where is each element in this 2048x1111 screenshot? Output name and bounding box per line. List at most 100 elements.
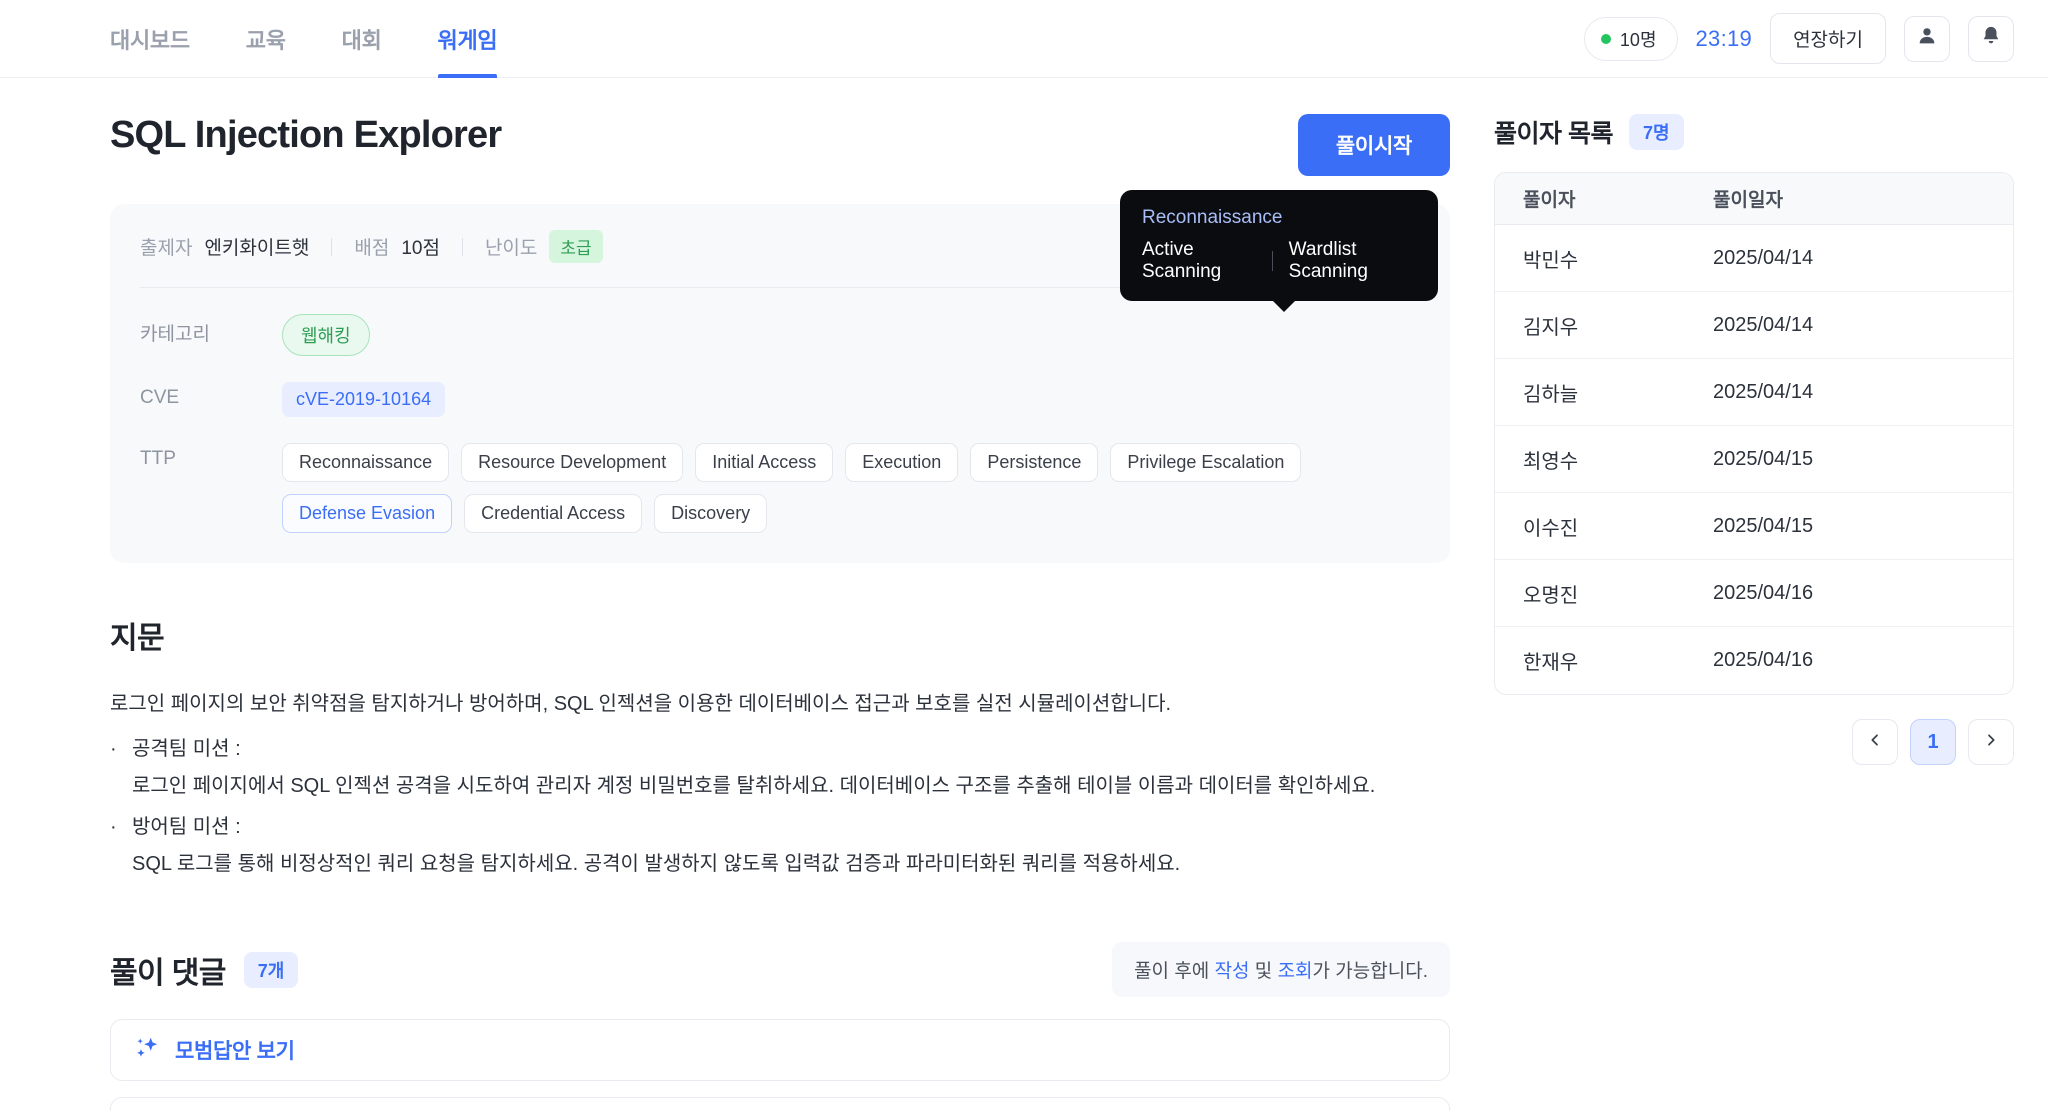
nav-item-dashboard[interactable]: 대시보드 [110,0,190,78]
statement-heading: 지문 [110,622,165,655]
mission-attack-title: 공격팀 미션 : [132,738,241,760]
table-row[interactable]: 한재우 2025/04/16 [1495,627,2013,694]
table-row[interactable]: 이수진 2025/04/15 [1495,493,2013,560]
table-row[interactable]: 오명진 2025/04/16 [1495,560,2013,627]
chevron-right-icon [1983,731,1999,754]
online-count-badge: 10명 [1583,16,1678,61]
nav-item-education[interactable]: 교육 [246,0,286,78]
solver-name: 김하늘 [1523,383,1579,406]
page-title: SQL Injection Explorer [110,114,502,156]
solver-date: 2025/04/16 [1713,581,1814,604]
solvers-table: 풀이자 풀이일자 박민수 2025/04/14 김지우 2025/04/14 김… [1494,172,2014,695]
main-nav: 대시보드 교육 대회 워게임 [110,0,498,78]
tooltip-divider [1271,251,1273,271]
solver-name: 김지우 [1523,316,1579,339]
bell-icon [1980,25,2002,52]
table-row[interactable]: 김하늘 2025/04/14 [1495,359,2013,426]
solver-date: 2025/04/14 [1713,246,1814,269]
problem-info-card: 출제자 엔키화이트햇 배점 10점 난이도 초급 카테고리 웹해킹 CVE cV… [110,190,1450,563]
score-label: 배점 [354,238,390,259]
table-row[interactable]: 최영수 2025/04/15 [1495,426,2013,493]
ttp-row: TTP Reconnaissance Resource Development … [140,443,1420,533]
comments-count-badge: 7개 [243,951,299,988]
ttp-tag-resource-development[interactable]: Resource Development [461,443,684,482]
mission-attack: · 공격팀 미션 : 로그인 페이지에서 SQL 인젝션 공격을 시도하여 관리… [110,734,1450,802]
tooltip-item-active-scanning: Active Scanning [1142,239,1222,282]
pagination-page-1[interactable]: 1 [1910,719,1956,765]
app-header: 대시보드 교육 대회 워게임 10명 23:19 연장하기 [0,0,2048,78]
mission-defense-title: 방어팀 미션 : [132,816,241,838]
solver-date: 2025/04/14 [1713,380,1814,403]
cve-link[interactable]: cVE-2019-10164 [282,382,446,417]
online-count-label: 10명 [1619,29,1657,50]
tooltip-title: Reconnaissance [1142,207,1283,228]
table-row[interactable]: 박민수 2025/04/14 [1495,225,2013,292]
notice-write-link[interactable]: 작성 [1215,961,1250,982]
ttp-tag-discovery[interactable]: Discovery [654,494,768,533]
cve-label: CVE [140,387,180,408]
mission-attack-detail: 로그인 페이지에서 SQL 인젝션 공격을 시도하여 관리자 계정 비밀번호를 … [132,775,1376,797]
notifications-button[interactable] [1968,15,2014,62]
problem-title-row: SQL Injection Explorer 풀이시작 [110,114,1450,176]
user-icon [1916,25,1938,52]
table-header-row: 풀이자 풀이일자 [1495,173,2013,225]
ttp-label: TTP [140,448,176,469]
session-timer: 23:19 [1695,25,1753,51]
profile-button[interactable] [1904,15,1950,62]
category-row: 카테고리 웹해킹 [140,314,1420,356]
difficulty-label: 난이도 [484,238,538,259]
ttp-tag-reconnaissance[interactable]: Reconnaissance [282,443,450,482]
statement-intro: 로그인 페이지의 보안 취약점을 탐지하거나 방어하며, SQL 인젝션을 이용… [110,693,1172,715]
nav-item-competition[interactable]: 대회 [342,0,382,78]
sparkle-icon [135,1035,161,1066]
ttp-tag-privilege-escalation[interactable]: Privilege Escalation [1110,443,1302,482]
statement-mission-list: · 공격팀 미션 : 로그인 페이지에서 SQL 인젝션 공격을 시도하여 관리… [110,734,1450,880]
start-solving-button[interactable]: 풀이시작 [1297,114,1450,176]
notice-prefix: 풀이 후에 [1134,961,1215,982]
online-status-dot [1600,33,1611,44]
solvers-sidebar: 풀이자 목록 7명 풀이자 풀이일자 박민수 2025/04/14 김지우 20… [1450,78,2014,1111]
difficulty-badge: 초급 [549,230,603,263]
pagination-next-button[interactable] [1968,719,2014,765]
category-label: 카테고리 [140,324,210,345]
page-body: SQL Injection Explorer 풀이시작 출제자 엔키화이트햇 배… [0,78,2048,1111]
ttp-tag-credential-access[interactable]: Credential Access [464,494,643,533]
column-header-date: 풀이일자 [1713,190,1783,211]
header-actions: 10명 23:19 연장하기 [1583,13,2014,64]
score-value: 10점 [401,238,440,259]
ttp-tag-execution[interactable]: Execution [845,443,959,482]
ttp-tag-persistence[interactable]: Persistence [970,443,1099,482]
meta-divider [461,237,463,256]
comments-notice: 풀이 후에 작성 및 조회가 가능합니다. [1112,942,1450,997]
solver-date: 2025/04/16 [1713,649,1814,671]
category-pill: 웹해킹 [282,314,370,356]
notice-view-link[interactable]: 조회 [1278,961,1313,982]
solver-name: 한재우 [1523,652,1579,674]
solver-name: 박민수 [1523,249,1579,272]
comments-header: 풀이 댓글 7개 풀이 후에 작성 및 조회가 가능합니다. [110,942,1450,997]
solver-date: 2025/04/15 [1713,514,1814,537]
ttp-tag-initial-access[interactable]: Initial Access [695,443,834,482]
author-label: 출제자 [140,238,193,259]
best-answer-button[interactable]: 모범답안 보기 [110,1019,1450,1081]
bullet-icon: · [110,738,117,760]
tooltip-items: Active Scanning Wardlist Scanning [1142,239,1416,283]
comment-row[interactable]: 박민수님이 라이트업을 작성했어요 2025/04/14 [110,1097,1450,1111]
solvers-heading: 풀이자 목록 [1494,120,1613,148]
mission-defense-detail: SQL 로그를 통해 비정상적인 쿼리 요청을 탐지하세요. 공격이 발생하지 … [132,853,1181,875]
table-row[interactable]: 김지우 2025/04/14 [1495,292,2013,359]
comments-section: 풀이 댓글 7개 풀이 후에 작성 및 조회가 가능합니다. 모범답안 보기 박… [110,942,1450,1111]
mission-defense: · 방어팀 미션 : SQL 로그를 통해 비정상적인 쿼리 요청을 탐지하세요… [110,812,1450,880]
solver-date: 2025/04/15 [1713,447,1814,470]
solver-date: 2025/04/14 [1713,313,1814,336]
ttp-tooltip: Reconnaissance Active Scanning Wardlist … [1120,190,1438,312]
nav-item-wargame[interactable]: 워게임 [437,0,498,78]
pagination: 1 [1494,719,2014,765]
main-column: SQL Injection Explorer 풀이시작 출제자 엔키화이트햇 배… [110,78,1450,1111]
solver-name: 오명진 [1523,584,1579,607]
ttp-tag-defense-evasion[interactable]: Defense Evasion [282,494,453,533]
tooltip-item-wardlist-scanning: Wardlist Scanning [1288,239,1368,282]
statement-section: 지문 로그인 페이지의 보안 취약점을 탐지하거나 방어하며, SQL 인젝션을… [110,613,1450,880]
extend-session-button[interactable]: 연장하기 [1770,13,1886,64]
pagination-prev-button[interactable] [1852,719,1898,765]
